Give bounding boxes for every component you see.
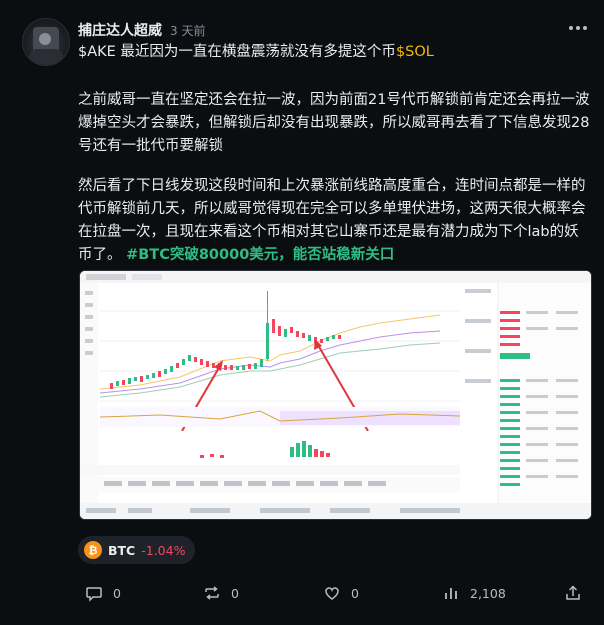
repost-button[interactable]: 0 bbox=[203, 584, 239, 602]
post-paragraph-2: 之前威哥一直在坚定还会在拉一波，因为前面21号代币解锁前肯定还会再拉一波爆掉空头… bbox=[78, 92, 590, 154]
avatar[interactable] bbox=[22, 18, 70, 66]
post-header: 捕庄达人超威 3 天前 bbox=[78, 20, 205, 40]
post-card: 捕庄达人超威 3 天前 $AKE 最近因为一直在横盘震荡就没有多提这个币$SOL… bbox=[0, 0, 604, 625]
post-text-intro: $AKE 最近因为一直在横盘震荡就没有多提这个币 bbox=[78, 44, 396, 60]
repost-count: 0 bbox=[231, 585, 239, 601]
more-options-button[interactable] bbox=[566, 20, 590, 36]
coin-tag[interactable]: ₿ BTC -1.04% bbox=[78, 536, 196, 564]
post-text-line1: $AKE 最近因为一直在横盘震荡就没有多提这个币$SOL bbox=[78, 41, 590, 64]
heart-icon bbox=[325, 587, 339, 600]
bitcoin-icon: ₿ bbox=[84, 541, 102, 559]
views-button[interactable]: 2,108 bbox=[442, 584, 506, 602]
share-button[interactable] bbox=[564, 584, 582, 602]
username[interactable]: 捕庄达人超威 bbox=[78, 20, 162, 40]
share-icon bbox=[566, 585, 580, 600]
like-count: 0 bbox=[351, 585, 359, 601]
trading-chart-screenshot bbox=[80, 271, 591, 519]
post-timestamp: 3 天前 bbox=[170, 23, 206, 38]
reply-button[interactable]: 0 bbox=[85, 584, 121, 602]
attached-image[interactable] bbox=[79, 270, 592, 520]
hashtag-link[interactable]: #BTC突破80000美元，能否站稳新关口 bbox=[126, 247, 394, 263]
bar-chart-icon bbox=[445, 588, 457, 599]
repost-icon bbox=[205, 586, 219, 600]
views-count: 2,108 bbox=[470, 585, 506, 601]
cashtag-link[interactable]: $SOL bbox=[396, 44, 434, 60]
action-bar: 0 0 0 2,108 bbox=[78, 584, 590, 604]
reply-count: 0 bbox=[113, 585, 121, 601]
more-dots-icon bbox=[569, 26, 573, 30]
post-paragraph-3: 然后看了下日线发现这段时间和上次暴涨前线路高度重合，连时间点都是一样的代币解锁前… bbox=[78, 175, 590, 267]
coin-change: -1.04% bbox=[141, 542, 186, 558]
coin-symbol: BTC bbox=[108, 542, 136, 558]
like-button[interactable]: 0 bbox=[323, 584, 359, 602]
comment-icon bbox=[86, 587, 102, 602]
